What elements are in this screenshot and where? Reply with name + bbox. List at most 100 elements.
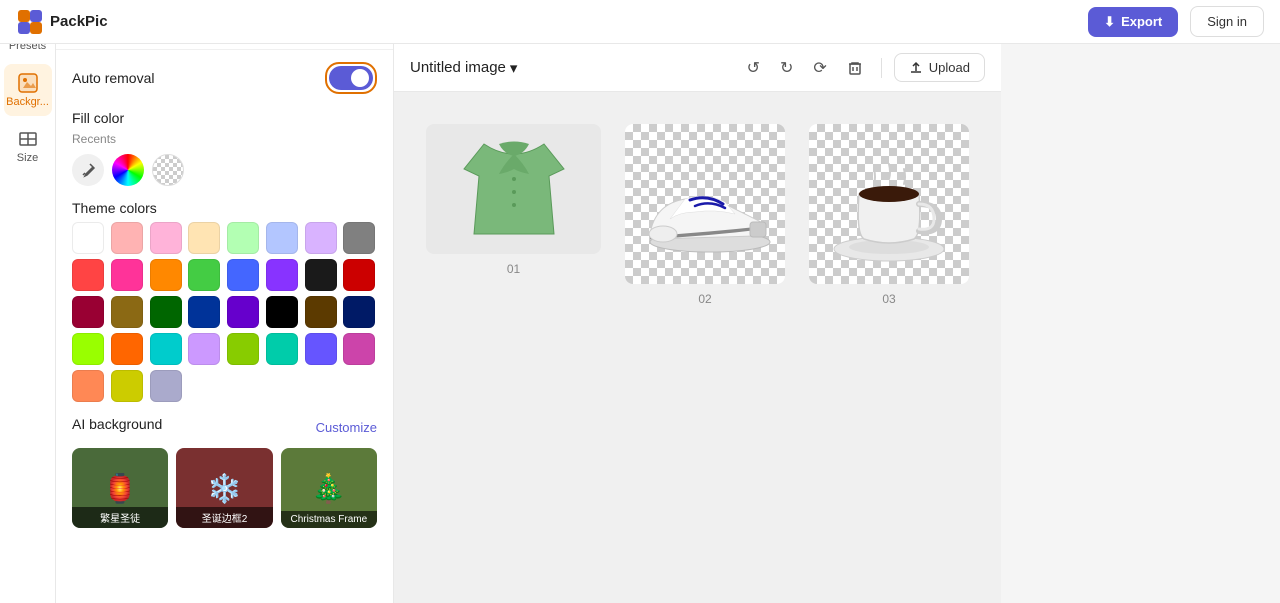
ai-bg-label-2: 圣诞边框2 — [176, 507, 272, 528]
theme-color-swatch[interactable] — [343, 222, 375, 254]
theme-color-swatch[interactable] — [305, 222, 337, 254]
auto-removal-toggle-wrapper[interactable] — [325, 62, 377, 94]
fill-color-section: Fill color Recents Theme color — [72, 110, 377, 402]
image-card-02: 02 — [625, 124, 785, 306]
theme-color-swatch[interactable] — [188, 296, 220, 328]
theme-color-swatch[interactable] — [305, 296, 337, 328]
theme-color-swatch[interactable] — [266, 222, 298, 254]
theme-color-swatch[interactable] — [266, 296, 298, 328]
transparent-button[interactable] — [152, 154, 184, 186]
theme-color-swatch[interactable] — [150, 259, 182, 291]
undo-button[interactable]: ↺ — [741, 52, 766, 84]
shoe-illustration — [635, 154, 775, 254]
image-frame-01[interactable] — [426, 124, 601, 254]
topbar: PackPic ⬇ Export Sign in — [0, 0, 1280, 44]
content-topbar: Untitled image ▾ ↺ ↻ ⟳ — [394, 44, 1001, 92]
ai-bg-label-3: Christmas Frame — [281, 511, 377, 528]
ai-bg-header: AI background Customize — [72, 416, 377, 438]
theme-color-swatch[interactable] — [188, 333, 220, 365]
theme-color-swatch[interactable] — [72, 259, 104, 291]
theme-color-swatch[interactable] — [305, 259, 337, 291]
app-name: PackPic — [50, 13, 108, 30]
auto-removal-row: Auto removal — [72, 62, 377, 94]
theme-color-swatch[interactable] — [111, 259, 143, 291]
ai-background-section: AI background Customize 🏮 繁星圣徒 ❄️ 圣诞边框2 … — [72, 416, 377, 528]
theme-color-swatch[interactable] — [111, 222, 143, 254]
background-panel: Background ✕ Auto removal Fill color Rec… — [56, 0, 394, 603]
image-label-02: 02 — [698, 292, 711, 306]
ai-bg-card-3[interactable]: 🎄 Christmas Frame — [281, 448, 377, 528]
delete-button[interactable] — [841, 54, 869, 82]
gradient-picker-button[interactable] — [112, 154, 144, 186]
shirt-illustration — [454, 134, 574, 244]
export-button[interactable]: ⬇ Export — [1088, 7, 1178, 37]
logo-icon — [16, 8, 44, 36]
size-icon — [17, 128, 39, 150]
sidebar-nav: Presets Backgr... Size — [0, 0, 56, 603]
theme-colors-title: Theme colors — [72, 200, 377, 216]
theme-color-swatch[interactable] — [266, 333, 298, 365]
image-label-03: 03 — [882, 292, 895, 306]
theme-color-swatch[interactable] — [188, 222, 220, 254]
undo-icon: ↺ — [747, 58, 760, 78]
theme-color-swatch[interactable] — [72, 333, 104, 365]
canvas-area: 01 — [394, 92, 1001, 603]
theme-color-swatch[interactable] — [343, 296, 375, 328]
theme-color-swatch[interactable] — [305, 333, 337, 365]
signin-button[interactable]: Sign in — [1190, 6, 1264, 37]
theme-color-swatch[interactable] — [150, 296, 182, 328]
logo: PackPic — [16, 8, 108, 36]
refresh-button[interactable]: ⟳ — [807, 52, 832, 84]
image-card-03: 03 — [809, 124, 969, 306]
theme-color-swatch[interactable] — [72, 370, 104, 402]
theme-color-swatch[interactable] — [266, 259, 298, 291]
auto-removal-toggle[interactable] — [329, 66, 373, 90]
theme-color-swatch[interactable] — [150, 222, 182, 254]
theme-color-swatch[interactable] — [72, 296, 104, 328]
ai-bg-label-1: 繁星圣徒 — [72, 507, 168, 528]
export-icon: ⬇ — [1104, 14, 1115, 30]
theme-color-swatch[interactable] — [227, 222, 259, 254]
theme-color-swatch[interactable] — [227, 296, 259, 328]
theme-color-swatch[interactable] — [227, 259, 259, 291]
image-label-01: 01 — [507, 262, 520, 276]
theme-color-swatch[interactable] — [227, 333, 259, 365]
image-frame-02[interactable] — [625, 124, 785, 284]
background-label: Backgr... — [6, 96, 49, 108]
theme-color-swatch[interactable] — [111, 296, 143, 328]
background-icon — [17, 72, 39, 94]
dropdown-icon: ▾ — [510, 59, 518, 77]
upload-button[interactable]: Upload — [894, 53, 985, 82]
customize-link[interactable]: Customize — [316, 420, 377, 435]
theme-color-swatch[interactable] — [150, 370, 182, 402]
redo-button[interactable]: ↻ — [774, 52, 799, 84]
sidebar-item-size[interactable]: Size — [4, 120, 52, 172]
recents-row — [72, 154, 377, 186]
theme-color-swatch[interactable] — [188, 259, 220, 291]
image-frame-03[interactable] — [809, 124, 969, 284]
theme-color-swatch[interactable] — [72, 222, 104, 254]
theme-colors-grid — [72, 222, 377, 402]
ai-bg-card-1[interactable]: 🏮 繁星圣徒 — [72, 448, 168, 528]
auto-removal-label: Auto removal — [72, 70, 154, 86]
sidebar-item-background[interactable]: Backgr... — [4, 64, 52, 116]
delete-icon — [847, 60, 863, 76]
refresh-icon: ⟳ — [813, 58, 826, 78]
recents-subtitle: Recents — [72, 132, 377, 146]
eyedropper-button[interactable] — [72, 154, 104, 186]
doc-title[interactable]: Untitled image ▾ — [410, 59, 517, 77]
theme-color-swatch[interactable] — [343, 333, 375, 365]
toolbar-divider — [881, 58, 882, 78]
theme-color-swatch[interactable] — [150, 333, 182, 365]
image-card-01: 01 — [426, 124, 601, 276]
redo-icon: ↻ — [780, 58, 793, 78]
size-label: Size — [17, 152, 38, 164]
ai-bg-card-2[interactable]: ❄️ 圣诞边框2 — [176, 448, 272, 528]
upload-icon — [909, 61, 923, 75]
theme-color-swatch[interactable] — [343, 259, 375, 291]
theme-color-swatch[interactable] — [111, 333, 143, 365]
theme-color-swatch[interactable] — [111, 370, 143, 402]
main-content: Untitled image ▾ ↺ ↻ ⟳ — [394, 0, 1001, 603]
eyedropper-icon — [80, 162, 96, 178]
ai-bg-grid: 🏮 繁星圣徒 ❄️ 圣诞边框2 🎄 Christmas Frame — [72, 448, 377, 528]
